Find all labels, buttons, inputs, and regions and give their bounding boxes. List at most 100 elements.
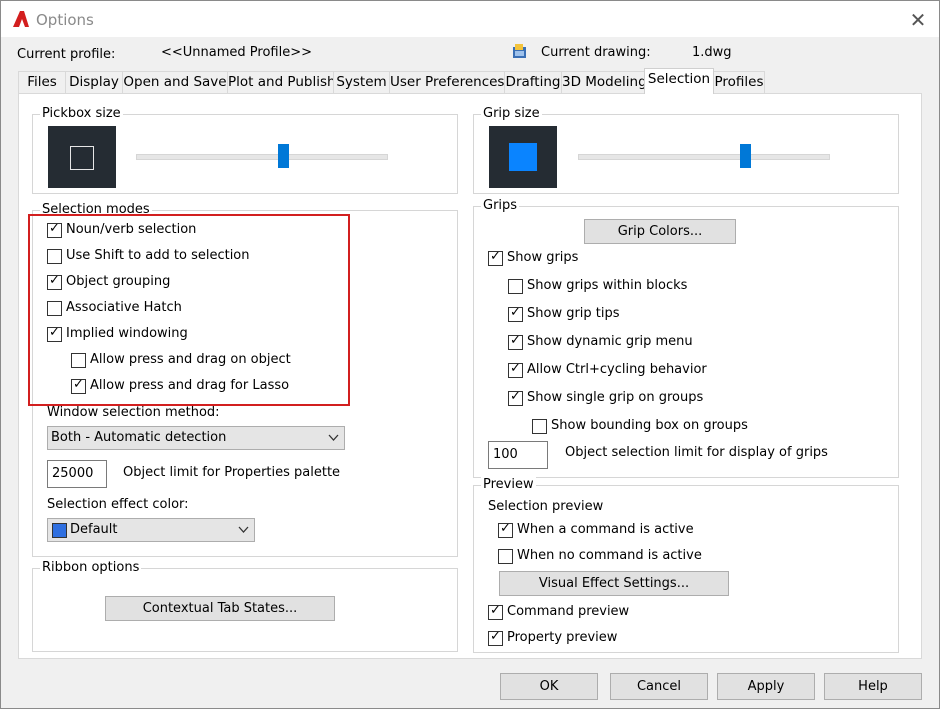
grips-title: Grips [481, 198, 520, 213]
command-preview-label: Command preview [507, 604, 630, 619]
checkmark-icon: ✓ [490, 249, 501, 264]
window-selection-method-label: Window selection method: [47, 405, 220, 420]
checkmark-icon: ✓ [510, 305, 521, 320]
apply-button[interactable]: Apply [717, 673, 815, 700]
grip-colors-button[interactable]: Grip Colors... [584, 219, 736, 244]
chevron-down-icon [238, 526, 249, 533]
object-grouping-label: Object grouping [66, 274, 171, 289]
grip-limit-label: Object selection limit for display of gr… [565, 445, 828, 460]
associative-hatch-checkbox[interactable] [47, 301, 62, 316]
implied-windowing-label: Implied windowing [66, 326, 188, 341]
visual-effect-settings-button[interactable]: Visual Effect Settings... [499, 571, 729, 596]
show-grips-within-blocks-checkbox[interactable] [508, 279, 523, 294]
allow-press-drag-object-checkbox[interactable] [71, 353, 86, 368]
noun-verb-selection-checkbox[interactable]: ✓ [47, 221, 62, 238]
checkmark-icon: ✓ [49, 221, 60, 236]
grip-square [509, 143, 537, 171]
checkmark-icon: ✓ [490, 629, 501, 644]
pickbox-slider-thumb[interactable] [277, 144, 289, 168]
pickbox-square [70, 146, 94, 170]
grip-slider-thumb[interactable] [739, 144, 751, 168]
checkmark-icon: ✓ [49, 273, 60, 288]
tab-system[interactable]: System [333, 71, 390, 93]
checkmark-icon: ✓ [490, 603, 501, 618]
command-preview-checkbox[interactable]: ✓ [488, 603, 503, 620]
pickbox-size-title: Pickbox size [40, 106, 123, 121]
checkmark-icon: ✓ [500, 521, 511, 536]
ribbon-options-group: Ribbon options Contextual Tab States... [32, 560, 458, 652]
show-grip-tips-label: Show grip tips [527, 306, 620, 321]
tab-display[interactable]: Display [65, 71, 123, 93]
current-drawing-value: 1.dwg [692, 45, 732, 60]
color-swatch [52, 523, 67, 538]
checkmark-icon: ✓ [510, 361, 521, 376]
selection-tab-panel: Pickbox size Selection modes Window sele… [18, 93, 922, 659]
drawing-file-icon [513, 44, 526, 58]
property-preview-checkbox[interactable]: ✓ [488, 629, 503, 646]
current-profile-value: <<Unnamed Profile>> [161, 45, 312, 60]
selection-effect-color-select[interactable]: Default [47, 518, 255, 542]
checkmark-icon: ✓ [510, 389, 521, 404]
tab-profiles[interactable]: Profiles [713, 71, 765, 93]
grip-size-group: Grip size [473, 106, 899, 194]
when-no-command-active-label: When no command is active [517, 548, 702, 563]
title-bar: Options ✕ [1, 1, 939, 37]
tab-files[interactable]: Files [18, 71, 66, 93]
use-shift-to-add-checkbox[interactable] [47, 249, 62, 264]
current-profile-label: Current profile: [17, 47, 116, 62]
associative-hatch-label: Associative Hatch [66, 300, 182, 315]
ribbon-options-title: Ribbon options [40, 560, 142, 575]
tab-3d-modeling[interactable]: 3D Modeling [561, 71, 647, 93]
help-button[interactable]: Help [824, 673, 922, 700]
checkmark-icon: ✓ [510, 333, 521, 348]
show-bounding-box-on-groups-label: Show bounding box on groups [551, 418, 748, 433]
ok-button[interactable]: OK [500, 673, 598, 700]
pickbox-preview [48, 126, 116, 188]
noun-verb-selection-label: Noun/verb selection [66, 222, 197, 237]
object-grouping-checkbox[interactable]: ✓ [47, 273, 62, 290]
contextual-tab-states-button[interactable]: Contextual Tab States... [105, 596, 335, 621]
window-selection-method-select[interactable]: Both - Automatic detection [47, 426, 345, 450]
allow-press-drag-lasso-label: Allow press and drag for Lasso [90, 378, 290, 393]
close-icon[interactable]: ✕ [906, 9, 930, 31]
allow-ctrl-cycling-checkbox[interactable]: ✓ [508, 361, 523, 378]
use-shift-to-add-label: Use Shift to add to selection [66, 248, 250, 263]
object-limit-input[interactable]: 25000 [47, 460, 107, 488]
preview-title: Preview [481, 477, 536, 492]
implied-windowing-checkbox[interactable]: ✓ [47, 325, 62, 342]
show-dynamic-grip-menu-checkbox[interactable]: ✓ [508, 333, 523, 350]
pickbox-size-group: Pickbox size [32, 106, 458, 194]
when-command-active-label: When a command is active [517, 522, 694, 537]
show-grip-tips-checkbox[interactable]: ✓ [508, 305, 523, 322]
show-bounding-box-on-groups-checkbox[interactable] [532, 419, 547, 434]
when-command-active-checkbox[interactable]: ✓ [498, 521, 513, 538]
grip-slider-track[interactable] [578, 154, 830, 160]
tab-user-preferences[interactable]: User Preferences [389, 71, 505, 93]
tab-plot-and-publish[interactable]: Plot and Publish [227, 71, 336, 93]
show-single-grip-on-groups-label: Show single grip on groups [527, 390, 704, 405]
show-grips-within-blocks-label: Show grips within blocks [527, 278, 688, 293]
tab-open-and-save[interactable]: Open and Save [122, 71, 228, 93]
checkmark-icon: ✓ [49, 325, 60, 340]
selection-effect-color-label: Selection effect color: [47, 497, 189, 512]
selection-effect-color-value: Default [70, 522, 118, 537]
allow-press-drag-lasso-checkbox[interactable]: ✓ [71, 377, 86, 394]
show-grips-checkbox[interactable]: ✓ [488, 249, 503, 266]
show-single-grip-on-groups-checkbox[interactable]: ✓ [508, 389, 523, 406]
when-no-command-active-checkbox[interactable] [498, 549, 513, 564]
window-title: Options [36, 11, 94, 29]
grip-size-preview [489, 126, 557, 188]
allow-ctrl-cycling-label: Allow Ctrl+cycling behavior [527, 362, 707, 377]
selection-preview-label: Selection preview [488, 499, 604, 514]
tab-drafting[interactable]: Drafting [504, 71, 562, 93]
pickbox-slider-track[interactable] [136, 154, 388, 160]
grip-limit-value: 100 [493, 447, 518, 462]
show-dynamic-grip-menu-label: Show dynamic grip menu [527, 334, 693, 349]
show-grips-label: Show grips [507, 250, 579, 265]
tab-selection[interactable]: Selection [644, 68, 714, 94]
chevron-down-icon [328, 434, 339, 441]
allow-press-drag-object-label: Allow press and drag on object [90, 352, 291, 367]
current-drawing-label: Current drawing: [541, 45, 651, 60]
grip-limit-input[interactable]: 100 [488, 441, 548, 469]
cancel-button[interactable]: Cancel [610, 673, 708, 700]
